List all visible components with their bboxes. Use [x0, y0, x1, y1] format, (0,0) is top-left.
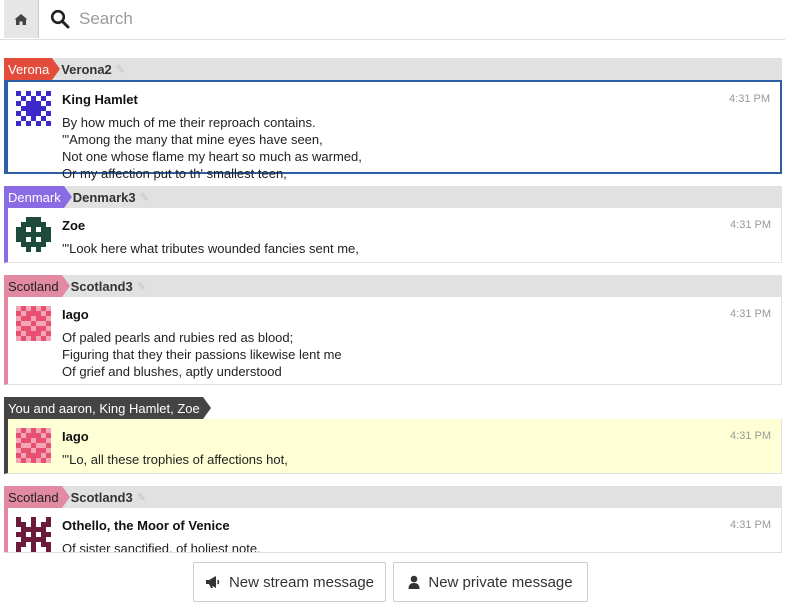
private-recipients-label[interactable]: You and aaron, King Hamlet, Zoe: [4, 397, 211, 419]
sender-name[interactable]: King Hamlet: [62, 92, 770, 109]
search-icon[interactable]: [47, 6, 73, 32]
message-content: Of sister sanctified, of holiest note,: [62, 540, 771, 552]
new-stream-message-button[interactable]: New stream message: [193, 562, 386, 602]
new-private-message-label: New private message: [428, 573, 573, 591]
sender-name[interactable]: Othello, the Moor of Venice: [62, 518, 771, 535]
megaphone-icon: [205, 576, 220, 588]
message-group: You and aaron, King Hamlet, Zoe Iago 4:3…: [4, 397, 782, 474]
message-time: 4:31 PM: [729, 93, 770, 105]
message-row[interactable]: Othello, the Moor of Venice 4:31 PM Of s…: [4, 508, 782, 552]
message-row[interactable]: King Hamlet 4:31 PM By how much of me th…: [4, 80, 782, 181]
stream-label[interactable]: Scotland: [4, 486, 70, 508]
message-group: Denmark Denmark3 ✎ Zoe 4:31 PM '"Look he…: [4, 186, 782, 263]
avatar[interactable]: [16, 306, 51, 341]
message-feed[interactable]: Verona Verona2 ✎ King Hamlet 4:31 PM By …: [4, 58, 782, 552]
stream-label[interactable]: Scotland: [4, 275, 70, 297]
recipient-bar: Verona Verona2 ✎: [4, 58, 782, 80]
stream-label[interactable]: Verona: [4, 58, 61, 80]
message-time: 4:31 PM: [730, 430, 771, 442]
edit-topic-icon[interactable]: ✎: [140, 191, 149, 204]
message-line: '"Lo, all these trophies of affections h…: [62, 452, 288, 467]
message-group: Scotland Scotland3 ✎ Iago 4:31 PM Of pal…: [4, 275, 782, 385]
topic-label[interactable]: Denmark3: [73, 190, 136, 205]
message-line: Not one whose flame my heart so much as …: [62, 149, 362, 164]
avatar[interactable]: [16, 217, 51, 252]
sender-name[interactable]: Zoe: [62, 218, 771, 235]
recipient-bar: Scotland Scotland3 ✎: [4, 275, 782, 297]
stream-label[interactable]: Denmark: [4, 186, 72, 208]
search-box: [39, 0, 785, 38]
message-line: '"Look here what tributes wounded fancie…: [62, 241, 359, 256]
sender-name[interactable]: Iago: [62, 429, 771, 446]
message-content: Of paled pearls and rubies red as blood;…: [62, 329, 771, 380]
message-time: 4:31 PM: [730, 519, 771, 531]
message-content: '"Lo, all these trophies of affections h…: [62, 451, 771, 468]
message-content: '"Look here what tributes wounded fancie…: [62, 240, 771, 257]
user-icon: [408, 575, 420, 589]
topic-label[interactable]: Verona2: [61, 62, 112, 77]
message-row[interactable]: Iago 4:31 PM Of paled pearls and rubies …: [4, 297, 782, 385]
avatar[interactable]: [16, 517, 51, 552]
message-line: '"Among the many that mine eyes have see…: [62, 132, 323, 147]
message-group: Scotland Scotland3 ✎ Othello, the Moor o…: [4, 486, 782, 552]
edit-topic-icon[interactable]: ✎: [116, 63, 125, 76]
home-icon: [14, 13, 28, 25]
recipient-bar: You and aaron, King Hamlet, Zoe: [4, 397, 782, 419]
edit-topic-icon[interactable]: ✎: [137, 491, 146, 504]
message-time: 4:31 PM: [730, 308, 771, 320]
message-line: Or my affection put to th' smallest teen…: [62, 166, 287, 181]
avatar[interactable]: [16, 428, 51, 463]
top-navbar: [0, 0, 785, 40]
message-line: Of sister sanctified, of holiest note,: [62, 541, 261, 552]
sender-name[interactable]: Iago: [62, 307, 771, 324]
recipient-bar: Scotland Scotland3 ✎: [4, 486, 782, 508]
compose-bar: New stream message New private message: [4, 552, 782, 609]
edit-topic-icon[interactable]: ✎: [137, 280, 146, 293]
message-row[interactable]: Iago 4:31 PM '"Lo, all these trophies of…: [4, 419, 782, 474]
topic-label[interactable]: Scotland3: [71, 490, 133, 505]
message-row[interactable]: Zoe 4:31 PM '"Look here what tributes wo…: [4, 208, 782, 263]
message-line: Of paled pearls and rubies red as blood;: [62, 330, 294, 345]
message-time: 4:31 PM: [730, 219, 771, 231]
new-stream-message-label: New stream message: [228, 573, 375, 591]
new-private-message-button[interactable]: New private message: [393, 562, 588, 602]
avatar[interactable]: [16, 91, 51, 126]
home-button[interactable]: [4, 0, 39, 38]
message-group: Verona Verona2 ✎ King Hamlet 4:31 PM By …: [4, 58, 782, 181]
recipient-bar: Denmark Denmark3 ✎: [4, 186, 782, 208]
message-line: By how much of me their reproach contain…: [62, 115, 316, 130]
topic-label[interactable]: Scotland3: [71, 279, 133, 294]
search-input[interactable]: [77, 8, 681, 30]
message-line: Figuring that they their passions likewi…: [62, 347, 342, 362]
message-line: Of grief and blushes, aptly understood: [62, 364, 282, 379]
message-content: By how much of me their reproach contain…: [62, 114, 770, 182]
